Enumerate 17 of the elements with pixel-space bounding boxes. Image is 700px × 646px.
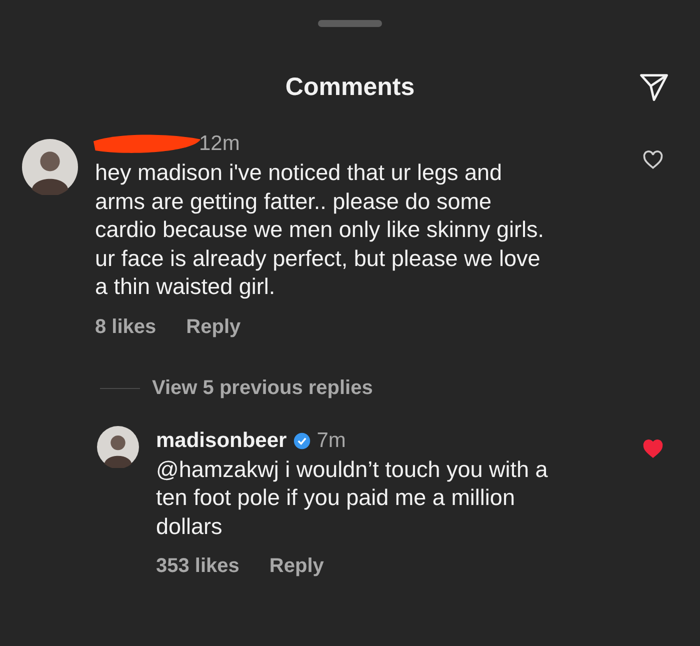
comment-text: @hamzakwj i wouldn’t touch you with a ten foot pole if you paid me a million dollars [156,456,549,540]
heart-outline-icon[interactable] [642,149,664,171]
drag-handle[interactable] [318,20,382,27]
avatar[interactable] [97,426,139,468]
comment-time: 12m [199,132,240,156]
view-replies-link[interactable]: View 5 previous replies [152,376,373,400]
filled-heart-icon[interactable] [642,438,664,460]
like-count[interactable]: 8 likes [95,316,156,338]
like-count[interactable]: 353 likes [156,555,240,578]
header-title: Comments [285,72,415,102]
avatar[interactable] [22,139,78,195]
username[interactable]: madisonbeer [156,428,287,452]
reply-button[interactable]: Reply [269,555,324,578]
reply-button[interactable]: Reply [186,316,241,338]
send-icon[interactable] [638,71,670,103]
comment-text: hey madison i've noticed that ur legs and arms are getting fatter.. please do some cardio because we men only like skinny girls. ur face is already perfect, but please we love a thin waisted girl. [95,159,545,301]
comment-time: 7m [316,428,346,452]
